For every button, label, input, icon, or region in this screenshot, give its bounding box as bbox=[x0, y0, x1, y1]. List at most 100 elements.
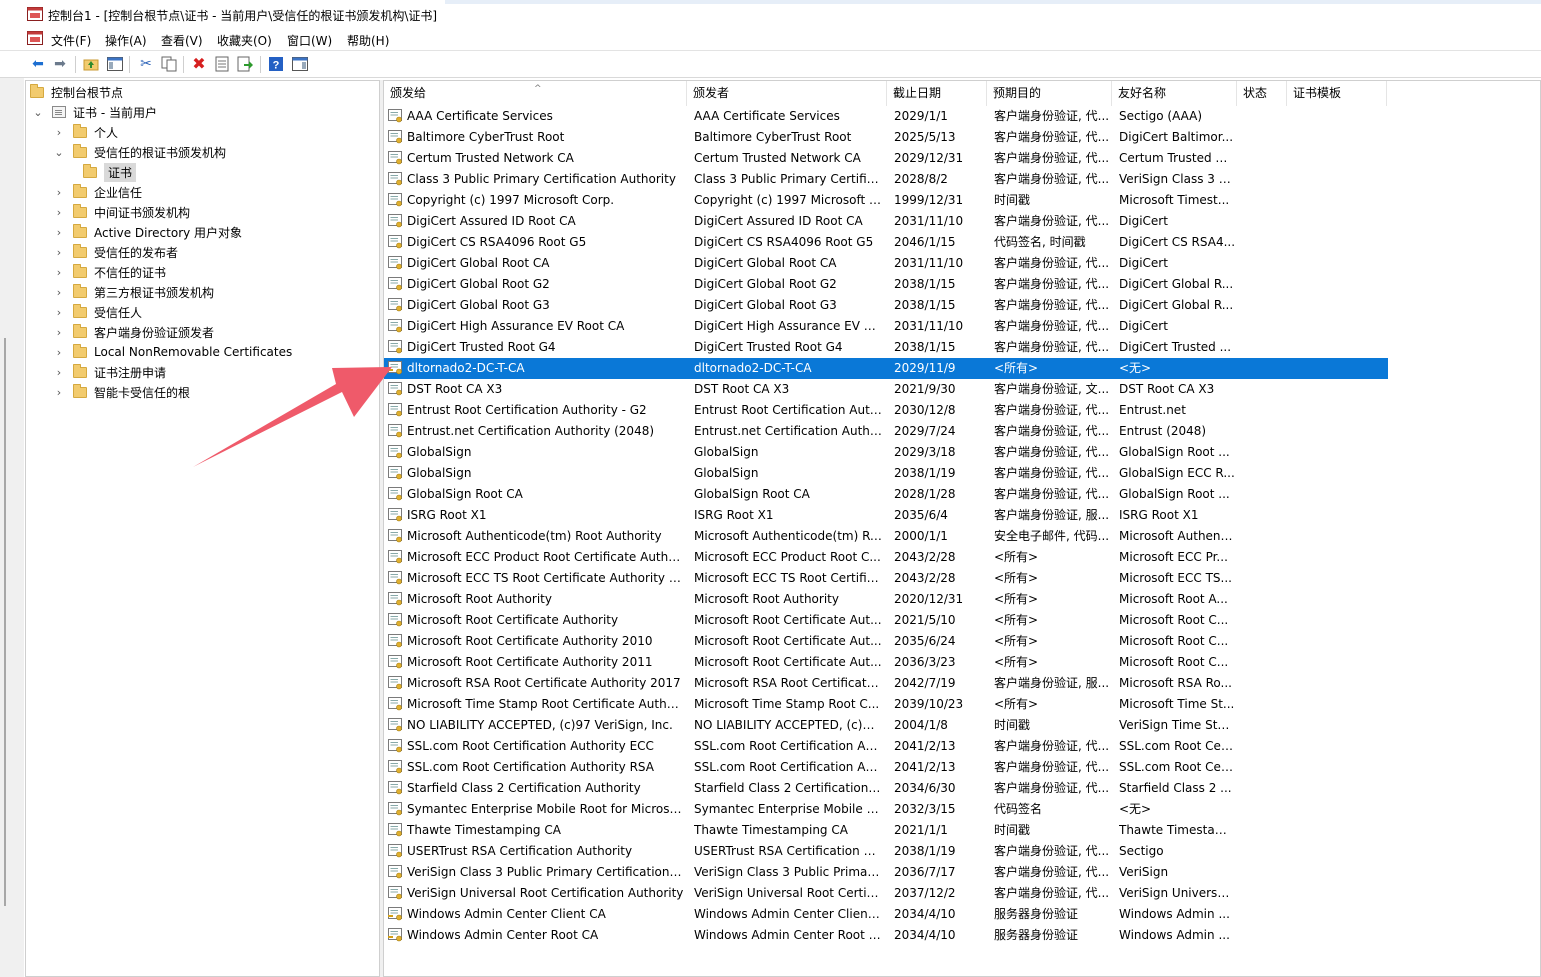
tree-item[interactable]: › 受信任的发布者 bbox=[53, 242, 178, 262]
cut-icon[interactable]: ✂ bbox=[137, 55, 155, 73]
tree-item[interactable]: › 个人 bbox=[53, 122, 118, 142]
certificate-row[interactable]: AAA Certificate Services AAA Certificate … bbox=[384, 106, 1540, 127]
certificate-row[interactable]: Microsoft RSA Root Certificate Authority… bbox=[384, 673, 1540, 694]
tree-item[interactable]: › Local NonRemovable Certificates bbox=[53, 342, 292, 362]
cell-issued-by: Microsoft ECC TS Root Certific... bbox=[694, 571, 882, 585]
certificate-row[interactable]: Microsoft ECC TS Root Certificate Author… bbox=[384, 568, 1540, 589]
certificate-row[interactable]: SSL.com Root Certification Authority RSA… bbox=[384, 757, 1540, 778]
certificate-row[interactable]: DigiCert Global Root G2 DigiCert Global R… bbox=[384, 274, 1540, 295]
chevron-right-icon[interactable]: › bbox=[53, 326, 65, 339]
column-header-status[interactable]: 状态 bbox=[1237, 81, 1287, 106]
certificate-row[interactable]: Baltimore CyberTrust Root Baltimore Cyber… bbox=[384, 127, 1540, 148]
certificate-row[interactable]: DigiCert Global Root CA DigiCert Global R… bbox=[384, 253, 1540, 274]
help-icon[interactable]: ? bbox=[267, 55, 285, 73]
certificate-row[interactable]: SSL.com Root Certification Authority ECC… bbox=[384, 736, 1540, 757]
menu-help[interactable]: 帮助(H) bbox=[347, 32, 389, 49]
tree-item[interactable]: › 证书注册申请 bbox=[53, 362, 166, 382]
certificate-row[interactable]: Microsoft ECC Product Root Certificate A… bbox=[384, 547, 1540, 568]
chevron-right-icon[interactable]: › bbox=[53, 346, 65, 359]
tree-item[interactable]: › Active Directory 用户对象 bbox=[53, 222, 242, 242]
certificate-icon bbox=[388, 172, 402, 186]
up-folder-icon[interactable] bbox=[82, 55, 100, 73]
chevron-right-icon[interactable]: › bbox=[53, 366, 65, 379]
tree-item[interactable]: › 智能卡受信任的根 bbox=[53, 382, 190, 402]
menu-action[interactable]: 操作(A) bbox=[105, 32, 147, 49]
certificate-row[interactable]: Microsoft Authenticode(tm) Root Authorit… bbox=[384, 526, 1540, 547]
certificate-row[interactable]: Windows Admin Center Root CA Windows Admi… bbox=[384, 925, 1540, 946]
certificate-row[interactable]: Microsoft Time Stamp Root Certificate Au… bbox=[384, 694, 1540, 715]
certificate-row[interactable]: Copyright (c) 1997 Microsoft Corp. Copyri… bbox=[384, 190, 1540, 211]
certificate-row[interactable]: GlobalSign Root CA GlobalSign Root CA 2028… bbox=[384, 484, 1540, 505]
certificate-row[interactable]: Symantec Enterprise Mobile Root for Micr… bbox=[384, 799, 1540, 820]
chevron-right-icon[interactable]: › bbox=[53, 266, 65, 279]
export-icon[interactable] bbox=[236, 55, 254, 73]
certificate-row[interactable]: Microsoft Root Certificate Authority 201… bbox=[384, 631, 1540, 652]
chevron-down-icon[interactable]: ⌄ bbox=[32, 106, 44, 119]
copy-icon[interactable] bbox=[160, 55, 178, 73]
menu-favorites[interactable]: 收藏夹(O) bbox=[217, 32, 272, 49]
certificate-row[interactable]: ISRG Root X1 ISRG Root X1 2035/6/4 客户端身份验证,… bbox=[384, 505, 1540, 526]
chevron-right-icon[interactable]: › bbox=[53, 286, 65, 299]
forward-icon[interactable]: ➡ bbox=[51, 55, 69, 73]
certificate-row[interactable]: DigiCert Global Root G3 DigiCert Global R… bbox=[384, 295, 1540, 316]
tree-item[interactable]: › 中间证书颁发机构 bbox=[53, 202, 190, 222]
menu-file[interactable]: 文件(F) bbox=[51, 32, 91, 49]
chevron-right-icon[interactable]: › bbox=[53, 186, 65, 199]
properties-icon[interactable] bbox=[213, 55, 231, 73]
tree-item[interactable]: › 受信任人 bbox=[53, 302, 142, 322]
menu-window[interactable]: 窗口(W) bbox=[287, 32, 332, 49]
column-header-template[interactable]: 证书模板 bbox=[1287, 81, 1387, 106]
certificate-row[interactable]: Microsoft Root Certificate Authority Micr… bbox=[384, 610, 1540, 631]
certificate-row[interactable]: Entrust.net Certification Authority (204… bbox=[384, 421, 1540, 442]
tree-root[interactable]: 控制台根节点 bbox=[30, 82, 123, 102]
cell-expiration: 2029/1/1 bbox=[894, 109, 948, 123]
tree-item[interactable]: ⌄ 受信任的根证书颁发机构 bbox=[53, 142, 226, 162]
certificate-row[interactable]: Thawte Timestamping CA Thawte Timestampin… bbox=[384, 820, 1540, 841]
delete-icon[interactable]: ✖ bbox=[190, 55, 208, 73]
chevron-right-icon[interactable]: › bbox=[53, 246, 65, 259]
chevron-right-icon[interactable]: › bbox=[53, 306, 65, 319]
certificate-row[interactable]: GlobalSign GlobalSign 2029/3/18 客户端身份验证, 代.… bbox=[384, 442, 1540, 463]
column-header-issued-to[interactable]: 颁发给 ^ bbox=[384, 81, 687, 106]
system-menu-icon[interactable] bbox=[27, 31, 43, 45]
certificate-row[interactable]: DigiCert CS RSA4096 Root G5 DigiCert CS R… bbox=[384, 232, 1540, 253]
certificate-list-pane[interactable]: 颁发给 ^ 颁发者 截止日期 预期目的 友好名称 状态 证书模板 AAA Cer… bbox=[383, 80, 1541, 977]
column-header-issued-by[interactable]: 颁发者 bbox=[687, 81, 887, 106]
certificate-row[interactable]: Certum Trusted Network CA Certum Trusted … bbox=[384, 148, 1540, 169]
chevron-down-icon[interactable]: ⌄ bbox=[53, 146, 65, 159]
certificate-row[interactable]: Class 3 Public Primary Certification Aut… bbox=[384, 169, 1540, 190]
certificate-row[interactable]: VeriSign Universal Root Certification Au… bbox=[384, 883, 1540, 904]
certificate-row[interactable]: DigiCert Assured ID Root CA DigiCert Assu… bbox=[384, 211, 1540, 232]
certificate-row[interactable]: DST Root CA X3 DST Root CA X3 2021/9/30 客户端… bbox=[384, 379, 1540, 400]
certificate-row[interactable]: DigiCert Trusted Root G4 DigiCert Trusted… bbox=[384, 337, 1540, 358]
certificate-row[interactable]: USERTrust RSA Certification Authority USE… bbox=[384, 841, 1540, 862]
tree-item[interactable]: › 第三方根证书颁发机构 bbox=[53, 282, 214, 302]
chevron-right-icon[interactable]: › bbox=[53, 386, 65, 399]
menu-view[interactable]: 查看(V) bbox=[161, 32, 203, 49]
certificate-row[interactable]: GlobalSign GlobalSign 2038/1/19 客户端身份验证, 代.… bbox=[384, 463, 1540, 484]
certificate-row[interactable]: Microsoft Root Certificate Authority 201… bbox=[384, 652, 1540, 673]
chevron-right-icon[interactable]: › bbox=[53, 126, 65, 139]
certificate-row[interactable]: dltornado2-DC-T-CA dltornado2-DC-T-CA 2029… bbox=[384, 358, 1388, 379]
chevron-right-icon[interactable]: › bbox=[53, 206, 65, 219]
tree-certificates-current-user[interactable]: ⌄ 证书 - 当前用户 bbox=[32, 102, 157, 122]
column-header-intended-purposes[interactable]: 预期目的 bbox=[987, 81, 1112, 106]
tree-item[interactable]: › 客户端身份验证颁发者 bbox=[53, 322, 214, 342]
console-tree-pane[interactable]: 控制台根节点 ⌄ 证书 - 当前用户 › 个人 ⌄ 受信任的根证书颁发机构 证书 › 企业信… bbox=[25, 80, 380, 977]
certificate-row[interactable]: VeriSign Class 3 Public Primary Certific… bbox=[384, 862, 1540, 883]
certificate-row[interactable]: Starfield Class 2 Certification Authorit… bbox=[384, 778, 1540, 799]
chevron-right-icon[interactable]: › bbox=[53, 226, 65, 239]
back-icon[interactable]: ⬅ bbox=[29, 55, 47, 73]
show-hide-tree-icon[interactable] bbox=[106, 55, 124, 73]
column-header-friendly-name[interactable]: 友好名称 bbox=[1112, 81, 1237, 106]
certificate-row[interactable]: Microsoft Root Authority Microsoft Root A… bbox=[384, 589, 1540, 610]
certificate-row[interactable]: Windows Admin Center Client CA Windows Ad… bbox=[384, 904, 1540, 925]
show-hide-action-icon[interactable] bbox=[291, 55, 309, 73]
tree-item[interactable]: 证书 bbox=[83, 162, 137, 182]
tree-item[interactable]: › 企业信任 bbox=[53, 182, 142, 202]
certificate-row[interactable]: Entrust Root Certification Authority - G… bbox=[384, 400, 1540, 421]
certificate-row[interactable]: NO LIABILITY ACCEPTED, (c)97 VeriSign, I… bbox=[384, 715, 1540, 736]
certificate-row[interactable]: DigiCert High Assurance EV Root CA DigiCe… bbox=[384, 316, 1540, 337]
column-header-expiration[interactable]: 截止日期 bbox=[887, 81, 987, 106]
tree-item[interactable]: › 不信任的证书 bbox=[53, 262, 166, 282]
